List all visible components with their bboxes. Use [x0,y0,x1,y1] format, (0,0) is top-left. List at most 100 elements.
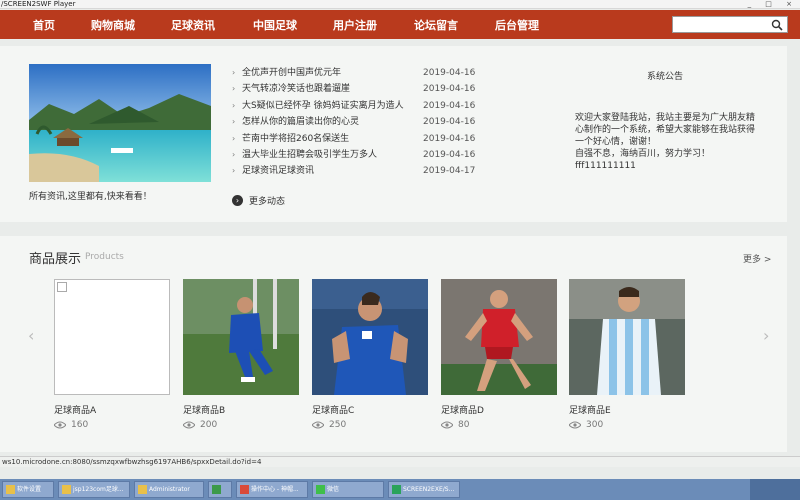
news-item[interactable]: › 天气转凉冷笑话也跟着遛崖 2019-04-16 [232,82,482,98]
product-view-count: 200 [200,420,218,430]
news-item[interactable]: › 芒南中学将招260名保送生 2019-04-16 [232,132,482,148]
news-item[interactable]: › 大S疑似已经怀孕 徐妈妈证实离月为造人 2019-04-16 [232,99,482,115]
browser-status-bar: ws10.microdone.cn:8080/ssmzqxwfbwzhsg619… [0,456,800,467]
products-subtitle: Products [85,252,124,262]
search-icon[interactable] [771,19,783,31]
product-card[interactable]: 足球商品A 160 [54,279,170,430]
notice-body: 欢迎大家登陆我站，我站主要是为广大朋友精 心制作的一个系统，希望大家能够在我站获… [575,112,785,172]
player-photo-blue-kit [183,279,299,395]
taskbar-item[interactable]: jsp123com足球... [58,481,130,498]
search-input[interactable] [672,16,788,33]
bullet-arrow-icon: › [232,117,236,127]
news-title[interactable]: 大S疑似已经怀孕 徐妈妈证实离月为造人 [242,99,404,113]
product-card[interactable]: 足球商品B 200 [183,279,299,430]
product-name[interactable]: 足球商品B [183,403,225,416]
product-view-count: 300 [586,420,604,430]
carousel-next-icon[interactable]: › [763,326,769,345]
eye-icon [54,421,66,429]
product-view-count: 80 [458,420,470,430]
product-views: 80 [441,420,469,430]
notice-line: 自强不息，海纳百川，努力学习！ [575,149,711,159]
taskbar-item[interactable]: Administrator [134,481,204,498]
os-taskbar: 软件设置 jsp123com足球... Administrator 操作中心 -… [0,479,800,500]
news-date: 2019-04-16 [423,117,476,128]
product-card[interactable]: 足球商品E 300 [569,279,685,430]
product-card[interactable]: 足球商品C 250 [312,279,428,430]
news-date: 2019-04-16 [423,133,476,144]
product-image[interactable] [569,279,685,395]
banner-caption: 所有资讯,这里都有,快来看看！ [29,192,152,202]
notice-line: 心制作的一个系统，希望大家能够在我站获得 [575,125,756,135]
wechat-icon [316,485,325,494]
product-image[interactable] [441,279,557,395]
more-news-link[interactable]: › 更多动态 [232,193,285,207]
news-title[interactable]: 芒南中学将招260名保送生 [242,132,349,146]
banner-beach-photo [29,64,211,182]
bullet-arrow-icon: › [232,149,236,159]
player-photo-argentina-kit [569,279,685,395]
taskbar-item[interactable] [208,481,232,498]
taskbar-item[interactable]: SCREEN2EXE/S... [388,481,460,498]
news-title[interactable]: 温大毕业生招聘会吸引学生万多人 [242,148,377,162]
nav-item-football-news[interactable]: 足球资讯 [168,17,218,33]
product-name[interactable]: 足球商品D [441,403,484,416]
product-view-count: 160 [71,420,89,430]
nav-item-admin[interactable]: 后台管理 [492,17,542,33]
app-icon [212,485,221,494]
chrome-icon [240,485,249,494]
taskbar-item[interactable]: 微信 [312,481,384,498]
products-more-link[interactable]: 更多 > [743,252,771,265]
news-title[interactable]: 足球资讯足球资讯 [242,164,314,178]
nav-item-china-football[interactable]: 中国足球 [250,17,300,33]
bullet-arrow-icon: › [232,166,236,176]
nav-item-register[interactable]: 用户注册 [330,17,380,33]
bullet-arrow-icon: › [232,68,236,77]
folder-icon [138,485,147,494]
product-image[interactable] [312,279,428,395]
products-title: 商品展示 [29,252,82,267]
main-nav: 首页 购物商城 足球资讯 中国足球 用户注册 论坛留言 后台管理 [0,10,800,39]
news-item[interactable]: › 怎样从你的篇眉读出你的心灵 2019-04-16 [232,115,482,131]
chevron-right-icon: › [232,194,243,206]
news-title[interactable]: 天气转凉冷笑话也跟着遛崖 [242,82,350,96]
carousel-prev-icon[interactable]: ‹ [28,326,34,345]
news-item[interactable]: › 温大毕业生招聘会吸引学生万多人 2019-04-16 [232,148,482,164]
taskbar-item[interactable]: 操作中心 - 神帽... [236,481,308,498]
product-views: 250 [312,420,346,430]
product-image[interactable] [54,279,170,395]
app-icon [392,485,401,494]
eye-icon [183,421,195,429]
eye-icon [312,421,324,429]
news-date: 2019-04-16 [423,149,476,160]
banner-image[interactable] [29,64,211,182]
taskbar-item[interactable]: 软件设置 [2,481,54,498]
product-name[interactable]: 足球商品C [312,403,354,416]
news-date: 2019-04-16 [423,100,476,111]
news-list: › 全优声开创中国声优元年 2019-04-16 › 天气转凉冷笑话也跟着遛崖 2019… [232,66,482,181]
news-item[interactable]: › 全优声开创中国声优元年 2019-04-16 [232,66,482,82]
product-image[interactable] [183,279,299,395]
news-date: 2019-04-16 [423,68,476,78]
nav-item-shop[interactable]: 购物商城 [88,17,138,33]
nav-item-forum[interactable]: 论坛留言 [411,17,461,33]
window-buttons[interactable]: _ □ × [748,0,798,9]
window-titlebar: /SCREEN2SWF Player _ □ × [0,0,800,9]
product-name[interactable]: 足球商品A [54,403,96,416]
news-item[interactable]: › 足球资讯足球资讯 2019-04-17 [232,164,482,180]
notice-line: 一个好心情，谢谢！ [575,137,657,147]
nav-item-home[interactable]: 首页 [23,17,65,33]
news-title[interactable]: 怎样从你的篇眉读出你的心灵 [242,115,359,129]
notice-line: 欢迎大家登陆我站，我站主要是为广大朋友精 [575,113,756,123]
product-name[interactable]: 足球商品E [569,403,611,416]
notice-title: 系统公告 [646,72,683,82]
player-photo-red-kit [441,279,557,395]
product-views: 200 [183,420,217,430]
system-tray[interactable] [750,479,800,500]
product-card[interactable]: 足球商品D 80 [441,279,557,430]
status-url: ws10.microdone.cn:8080/ssmzqxwfbwzhsg619… [2,458,262,466]
notice-line: fff111111111 [575,161,636,171]
more-news-label[interactable]: 更多动态 [249,194,285,207]
news-date: 2019-04-17 [423,166,476,177]
news-title[interactable]: 全优声开创中国声优元年 [242,66,341,80]
app-icon [6,485,15,494]
